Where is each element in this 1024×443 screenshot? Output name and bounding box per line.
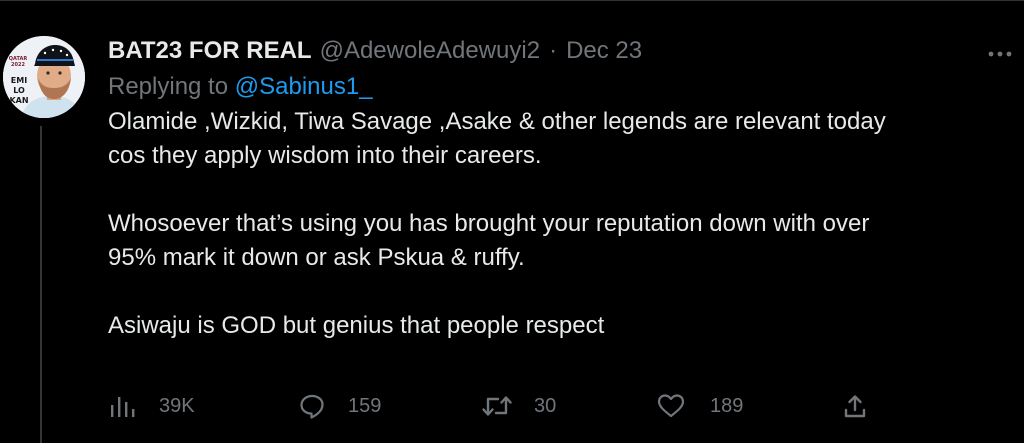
tweet-line: Whosoever that’s using you has brought y… [108,210,870,237]
replying-to-row: Replying to @Sabinus1_ [108,70,988,104]
user-handle[interactable]: @AdewoleAdewuyi2 [320,34,541,68]
tweet-text: Olamide ,Wizkid, Tiwa Savage ,Asake & ot… [108,105,988,343]
reply-icon [300,394,324,419]
display-name[interactable]: BAT23 FOR REAL [108,34,312,68]
reply-count: 159 [348,394,382,417]
more-options-button[interactable] [985,44,1017,64]
tweet-line: 95% mark it down or ask Pskua & ruffy. [108,244,525,271]
retweet-icon [482,396,512,416]
thread-line [40,126,42,443]
tweet-line: cos they apply wisdom into their careers… [108,142,542,169]
tweet-paragraph: Whosoever that’s using you has brought y… [108,207,988,275]
top-divider [0,0,1024,1]
avatar[interactable]: QATAR 2022 EMI LO KAN [3,36,85,118]
retweet-count: 30 [534,394,557,417]
tweet-line: Asiwaju is GOD but genius that people re… [108,312,605,339]
retweet-button[interactable]: 30 [480,389,556,423]
share-icon [844,395,866,418]
like-icon [657,394,685,418]
tweet-content: BAT23 FOR REAL @AdewoleAdewuyi2 · Dec 23… [108,34,988,343]
replying-to-label: Replying to [108,73,229,100]
more-icon [988,51,1012,57]
tweet-header: BAT23 FOR REAL @AdewoleAdewuyi2 · Dec 23 [108,34,988,68]
share-button[interactable] [842,389,868,423]
reply-button[interactable]: 159 [298,389,381,423]
tweet-paragraph: Asiwaju is GOD but genius that people re… [108,309,988,343]
avatar-badge: QATAR 2022 [8,56,28,68]
avatar-caption-line: LO KAN [9,86,29,105]
avatar-caption-line: EMI [10,76,28,85]
like-button[interactable]: 189 [656,389,743,423]
like-count: 189 [710,394,744,417]
tweet-line: Olamide ,Wizkid, Tiwa Savage ,Asake & ot… [108,108,886,135]
views-icon [111,397,135,417]
replying-to-link[interactable]: @Sabinus1_ [235,73,373,100]
tweet-date[interactable]: Dec 23 [566,34,642,68]
avatar-caption: EMI LO KAN [6,76,32,106]
tweet-actions: 39K 159 30 189 [108,389,888,423]
tweet-paragraph: Olamide ,Wizkid, Tiwa Savage ,Asake & ot… [108,105,988,173]
views-count: 39K [159,394,195,417]
header-separator: · [549,37,558,64]
views-button[interactable]: 39K [108,389,195,423]
